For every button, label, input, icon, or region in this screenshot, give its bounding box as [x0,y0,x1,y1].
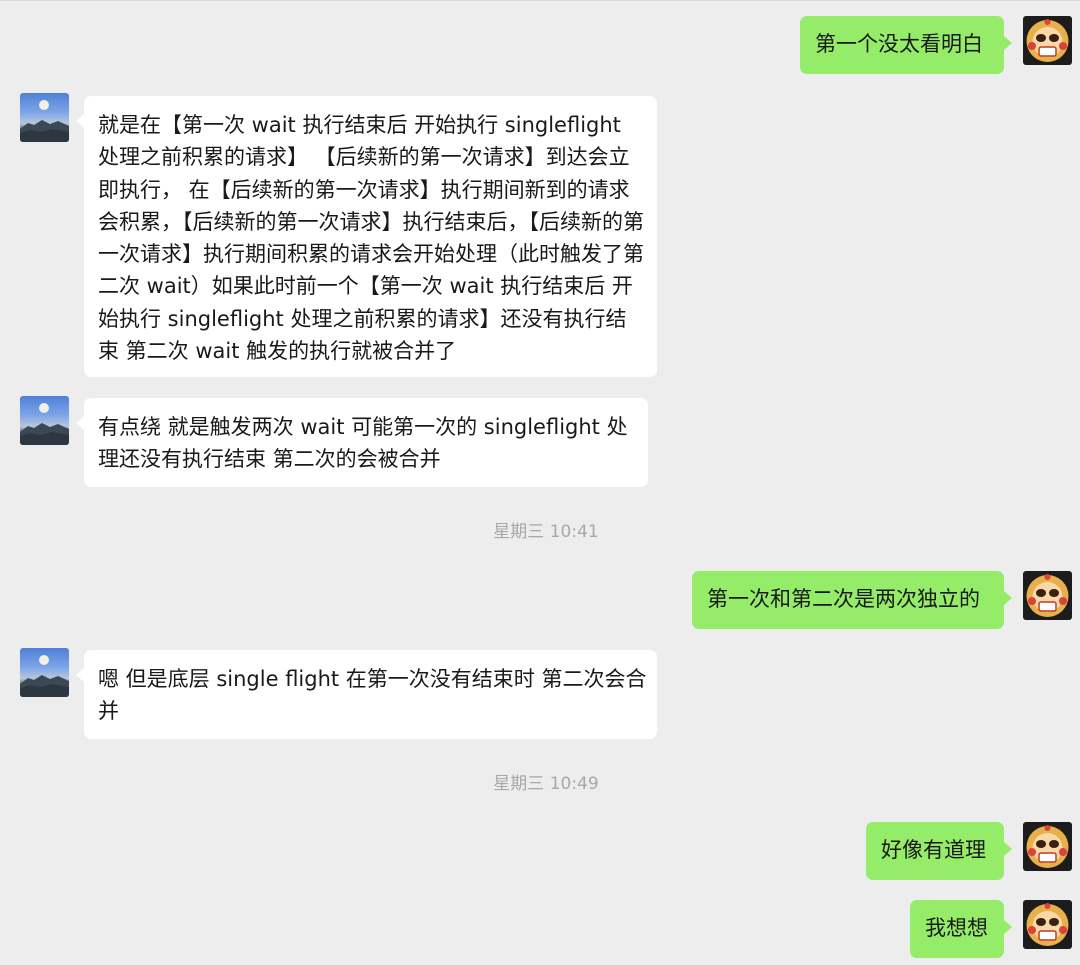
mountain-landscape-avatar-icon[interactable] [20,396,69,445]
timestamp: 星期三 10:41 [493,522,599,542]
mountain-landscape-avatar-icon[interactable] [20,93,69,142]
cartoon-mascot-avatar-icon[interactable] [1023,571,1072,620]
mountain-landscape-avatar-icon[interactable] [20,648,69,697]
message-bubble-outgoing[interactable]: 好像有道理 [866,822,1012,880]
message-bubble-outgoing[interactable]: 我想想 [910,900,1012,958]
message-bubble-incoming[interactable]: 就是在【第一次 wait 执行结束后 开始执行 singleflight 处理之… [76,96,657,377]
message-bubble-incoming[interactable]: 有点绕 就是触发两次 wait 可能第一次的 singleflight 处理还没… [76,398,648,487]
timestamp: 星期三 10:49 [493,774,599,794]
chat-window: 第一个没太看明白 就是在【第一次 wait 执行结束后 开始执行 singlef… [0,0,1080,965]
cartoon-mascot-avatar-icon[interactable] [1023,16,1072,65]
cartoon-mascot-avatar-icon[interactable] [1023,822,1072,871]
message-bubble-outgoing[interactable]: 第一个没太看明白 [800,16,1012,74]
cartoon-mascot-avatar-icon[interactable] [1023,900,1072,949]
message-bubble-outgoing[interactable]: 第一次和第二次是两次独立的 [692,571,1012,629]
message-bubble-incoming[interactable]: 嗯 但是底层 single flight 在第一次没有结束时 第二次会合并 [76,650,657,739]
